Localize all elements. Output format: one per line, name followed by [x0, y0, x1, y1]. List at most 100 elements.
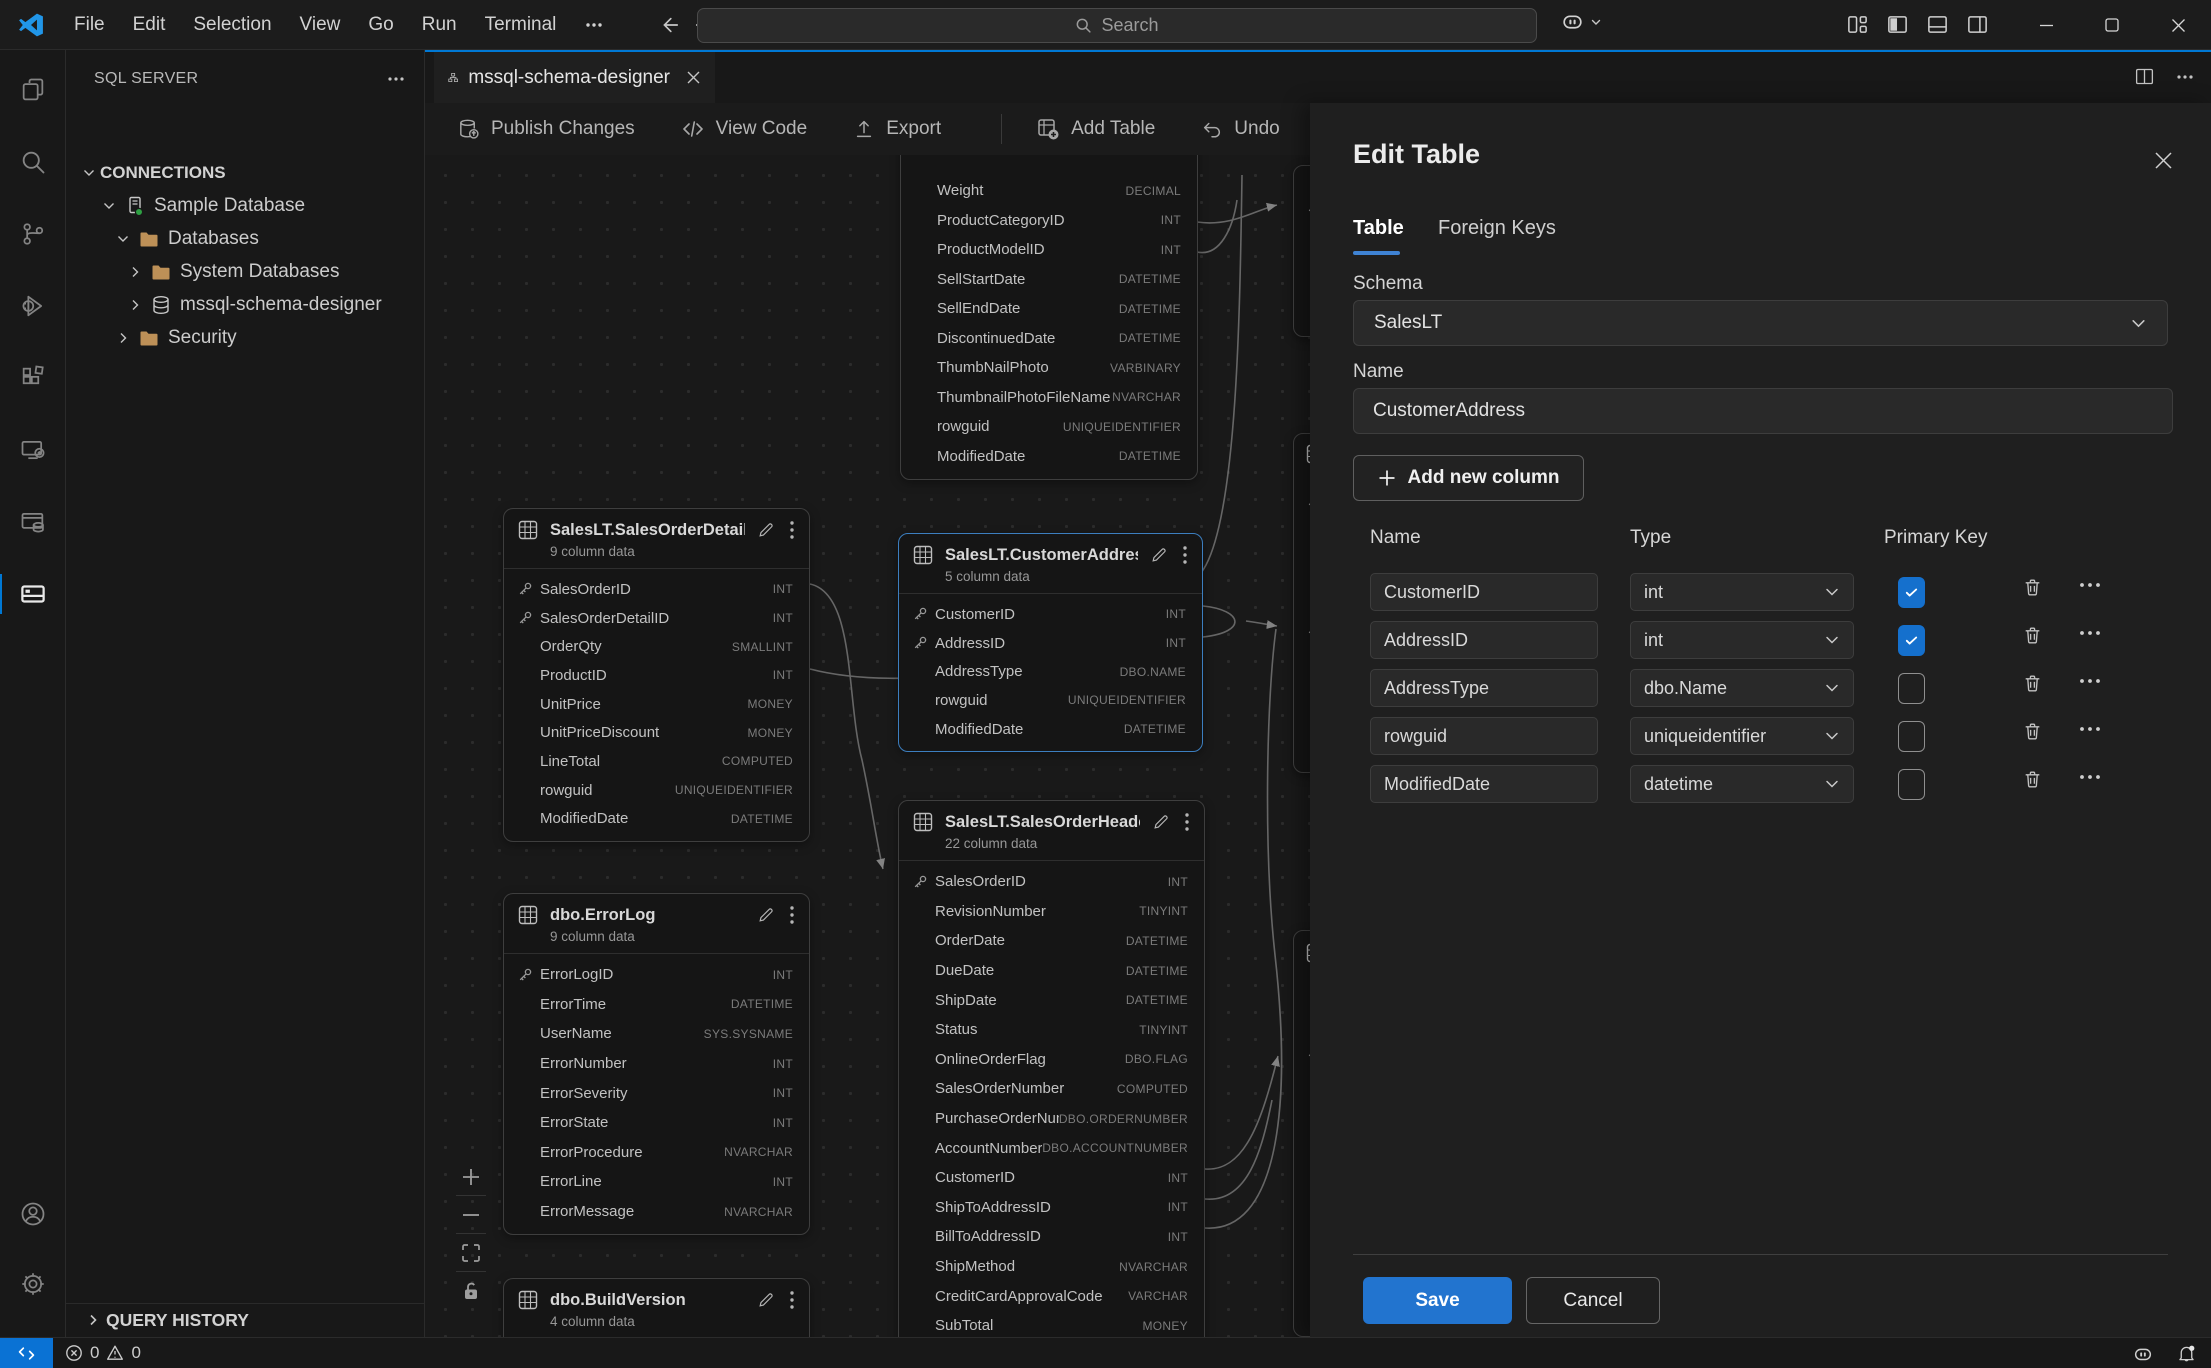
table-column-row[interactable]: Weight DECIMAL	[901, 176, 1197, 206]
schema-dropdown[interactable]: SalesLT	[1353, 300, 2168, 346]
table-column-row[interactable]: BillToAddressID INT	[899, 1222, 1204, 1252]
sidebar-item-security[interactable]: Security	[66, 321, 424, 354]
remote-indicator[interactable]	[0, 1338, 53, 1368]
edit-table-pencil-icon[interactable]	[1150, 546, 1168, 564]
back-arrow-icon[interactable]	[658, 14, 680, 36]
delete-column-trash-icon[interactable]	[2022, 673, 2043, 694]
table-card-header[interactable]: dbo.BuildVersion 4 column data	[504, 1279, 809, 1337]
search-view-icon[interactable]	[0, 130, 66, 194]
sidebar-item-connections[interactable]: CONNECTIONS	[66, 156, 424, 189]
menu-selection[interactable]: Selection	[179, 8, 285, 42]
toggle-primary-sidebar-icon[interactable]	[1886, 13, 1909, 36]
table-column-row[interactable]: ModifiedDate DATETIME	[504, 805, 809, 834]
table-column-row[interactable]: ThumbnailPhotoFileName NVARCHAR	[901, 383, 1197, 413]
table-column-row[interactable]: rowguid UNIQUEIDENTIFIER	[899, 686, 1202, 715]
delete-column-trash-icon[interactable]	[2022, 577, 2043, 598]
column-more-actions-icon[interactable]	[2078, 629, 2102, 637]
table-column-row[interactable]: ShipMethod NVARCHAR	[899, 1252, 1204, 1282]
tab-table[interactable]: Table	[1353, 217, 1404, 240]
tab-mssql-schema-designer[interactable]: mssql-schema-designer	[434, 52, 715, 103]
menu-more-icon[interactable]	[570, 8, 618, 42]
sidebar-item-mssql-schema-designer[interactable]: mssql-schema-designer	[66, 288, 424, 321]
source-control-icon[interactable]	[0, 202, 66, 266]
remote-explorer-icon[interactable]	[0, 418, 66, 482]
table-column-row[interactable]: ErrorLogID INT	[504, 960, 809, 990]
column-more-actions-icon[interactable]	[2078, 773, 2102, 781]
menu-file[interactable]: File	[60, 8, 119, 42]
problems-status[interactable]: 0 0	[65, 1343, 141, 1363]
table-column-row[interactable]: ErrorState INT	[504, 1108, 809, 1138]
split-editor-icon[interactable]	[2134, 66, 2155, 87]
table-column-row[interactable]: OrderDate DATETIME	[899, 926, 1204, 956]
schema-table-card[interactable]: SalesLT.SalesOrderHeader 22 column dataS…	[898, 800, 1205, 1337]
column-name-input[interactable]	[1370, 765, 1598, 803]
table-column-row[interactable]: rowguid UNIQUEIDENTIFIER	[504, 776, 809, 805]
table-column-row[interactable]: ProductCategoryID INT	[901, 206, 1197, 236]
table-column-row[interactable]: SalesOrderID INT	[899, 867, 1204, 897]
table-column-row[interactable]: rowguid UNIQUEIDENTIFIER	[901, 412, 1197, 442]
table-column-row[interactable]: SalesOrderNumber COMPUTED	[899, 1074, 1204, 1104]
column-name-input[interactable]	[1370, 621, 1598, 659]
save-button[interactable]: Save	[1363, 1277, 1512, 1324]
database-projects-icon[interactable]	[0, 490, 66, 554]
table-column-row[interactable]: LineTotal COMPUTED	[504, 747, 809, 776]
sidebar-item-databases[interactable]: Databases	[66, 222, 424, 255]
tab-foreign-keys[interactable]: Foreign Keys	[1438, 217, 1556, 240]
copilot-menu-button[interactable]	[1560, 9, 1602, 34]
schema-table-card[interactable]: dbo.BuildVersion 4 column data	[503, 1278, 810, 1337]
editor-more-actions-icon[interactable]	[2175, 67, 2195, 87]
zoom-out-icon[interactable]	[452, 1196, 490, 1233]
primary-key-checkbox[interactable]	[1898, 721, 1925, 752]
sidebar-item-sample-database[interactable]: Sample Database	[66, 189, 424, 222]
sidebar-item-system-databases[interactable]: System Databases	[66, 255, 424, 288]
table-column-row[interactable]: CustomerID INT	[899, 1163, 1204, 1193]
table-column-row[interactable]: ProductModelID INT	[901, 235, 1197, 265]
delete-column-trash-icon[interactable]	[2022, 625, 2043, 646]
table-more-actions-icon[interactable]	[789, 520, 795, 540]
table-column-row[interactable]: ModifiedDate DATETIME	[901, 442, 1197, 472]
table-more-actions-icon[interactable]	[789, 905, 795, 925]
table-column-row[interactable]: ModifiedDate DATETIME	[899, 715, 1202, 744]
accounts-icon[interactable]	[0, 1182, 66, 1246]
column-type-dropdown[interactable]: dbo.Name	[1630, 669, 1854, 707]
table-column-row[interactable]: ErrorNumber INT	[504, 1049, 809, 1079]
publish-changes-button[interactable]: Publish Changes	[457, 118, 635, 141]
sql-server-view-icon[interactable]	[0, 562, 66, 626]
table-column-row[interactable]: DueDate DATETIME	[899, 956, 1204, 986]
notifications-bell-icon[interactable]	[2176, 1343, 2197, 1364]
add-new-column-button[interactable]: Add new column	[1353, 455, 1584, 501]
command-center-search[interactable]: Search	[697, 8, 1537, 43]
table-name-input[interactable]	[1353, 388, 2173, 434]
table-column-row[interactable]: PurchaseOrderNumber DBO.ORDERNUMBER	[899, 1104, 1204, 1134]
settings-gear-icon[interactable]	[0, 1252, 66, 1316]
table-more-actions-icon[interactable]	[1184, 812, 1190, 832]
table-more-actions-icon[interactable]	[1182, 545, 1188, 565]
table-column-row[interactable]: ErrorMessage NVARCHAR	[504, 1197, 809, 1227]
schema-table-card[interactable]: SalesLT.CustomerAddress 5 column dataCus…	[898, 533, 1203, 752]
menu-terminal[interactable]: Terminal	[471, 8, 571, 42]
edit-table-pencil-icon[interactable]	[757, 521, 775, 539]
schema-table-card[interactable]: dbo.ErrorLog 9 column dataErrorLogID INT…	[503, 893, 810, 1235]
run-debug-icon[interactable]	[0, 274, 66, 338]
table-column-row[interactable]: ErrorLine INT	[504, 1167, 809, 1197]
table-column-row[interactable]: ThumbNailPhoto VARBINARY	[901, 353, 1197, 383]
table-column-row[interactable]: Status TINYINT	[899, 1015, 1204, 1045]
edit-table-pencil-icon[interactable]	[757, 1291, 775, 1309]
table-column-row[interactable]: OnlineOrderFlag DBO.FLAG	[899, 1045, 1204, 1075]
menu-run[interactable]: Run	[408, 8, 471, 42]
table-card-header[interactable]: SalesLT.SalesOrderDetail 9 column data	[504, 509, 809, 569]
primary-key-checkbox[interactable]	[1898, 769, 1925, 800]
table-column-row[interactable]: AddressID INT	[899, 629, 1202, 658]
table-column-row[interactable]: UnitPriceDiscount MONEY	[504, 718, 809, 747]
table-column-row[interactable]: UnitPrice MONEY	[504, 690, 809, 719]
add-table-button[interactable]: Add Table	[1036, 117, 1155, 141]
table-more-actions-icon[interactable]	[789, 1290, 795, 1310]
table-column-row[interactable]: SellEndDate DATETIME	[901, 294, 1197, 324]
toggle-secondary-sidebar-icon[interactable]	[1966, 13, 1989, 36]
column-name-input[interactable]	[1370, 669, 1598, 707]
column-more-actions-icon[interactable]	[2078, 725, 2102, 733]
table-column-row[interactable]: SalesOrderID INT	[504, 575, 809, 604]
table-column-row[interactable]: SubTotal MONEY	[899, 1311, 1204, 1337]
window-maximize-icon[interactable]	[2079, 0, 2145, 50]
table-column-row[interactable]: SellStartDate DATETIME	[901, 265, 1197, 295]
